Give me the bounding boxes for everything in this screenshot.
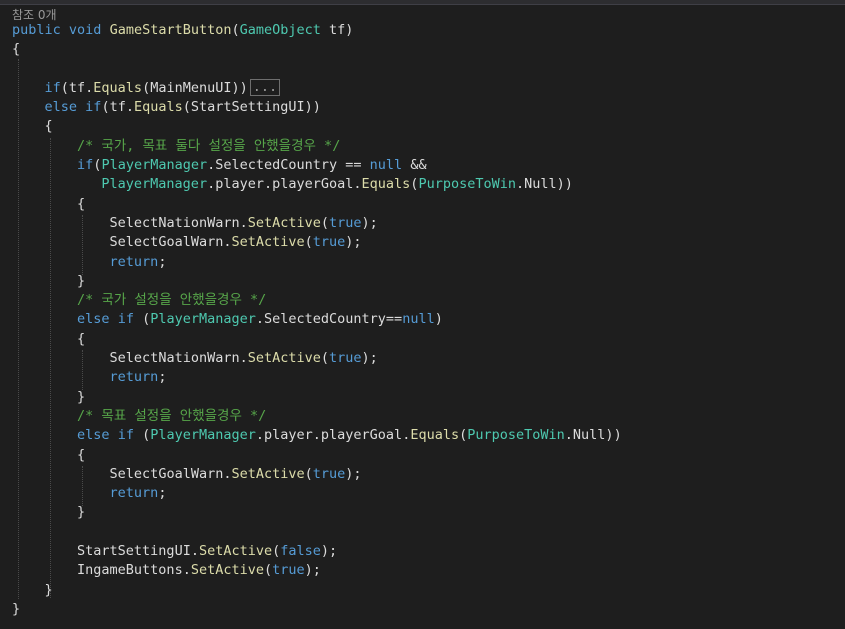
code-comment: /* 목표 설정을 안했을경우 */ (77, 407, 267, 424)
method-call: Equals (133, 99, 183, 116)
keyword: else (44, 99, 78, 116)
code-line: return; (109, 253, 167, 270)
code-line: /* 국가, 목표 둘다 설정을 안했을경우 */ (12, 137, 845, 156)
code-comment: /* 국가 설정을 안했을경우 */ (77, 292, 267, 309)
code-line: IngameButtons.SetActive(true); (77, 562, 321, 579)
code-line: else if (PlayerManager.player.playerGoal… (77, 427, 622, 444)
keyword: if (44, 79, 61, 96)
code-line: SelectNationWarn.SetActive(true); (109, 350, 378, 367)
code-comment: /* 국가, 목표 둘다 설정을 안했을경우 */ (77, 137, 341, 154)
type-name: PurposeToWin (467, 427, 565, 444)
code-line: else if(tf.Equals(StartSettingUI)) (44, 99, 321, 116)
keyword: return (109, 369, 159, 386)
keyword: else (77, 427, 110, 444)
code-line: { (77, 330, 86, 347)
collapsed-region-button[interactable]: ... (249, 78, 281, 96)
keyword: else (77, 311, 110, 328)
type-name: PlayerManager (101, 176, 208, 193)
keyword: true (312, 465, 346, 482)
code-line: public void GameStartButton(GameObject t… (12, 22, 354, 38)
code-line: SelectNationWarn.SetActive(true); (109, 214, 378, 231)
code-line: } (12, 600, 21, 617)
type-name: PurposeToWin (418, 176, 516, 193)
keyword: return (109, 485, 159, 502)
code-line: return; (109, 485, 167, 502)
type-name: PlayerManager (150, 427, 256, 444)
code-line: PlayerManager.player.playerGoal.Equals(P… (101, 176, 573, 193)
keyword: if (117, 311, 134, 328)
method-name: GameStartButton (109, 22, 232, 38)
editor-top-border (0, 0, 845, 5)
code-line: /* 목표 설정을 안했을경우 */ (12, 407, 845, 426)
keyword: null (369, 157, 403, 174)
code-line: { (44, 118, 53, 135)
code-line: } (77, 504, 86, 521)
keyword: null (402, 311, 435, 328)
keyword: return (109, 253, 159, 270)
code-line: if(PlayerManager.SelectedCountry == null… (77, 157, 427, 174)
method-call: SetActive (231, 465, 305, 482)
keyword: if (77, 157, 94, 174)
keyword: true (329, 350, 362, 367)
keyword: public (12, 22, 61, 38)
code-line: if(tf.Equals(MainMenuUI))... (12, 78, 845, 98)
code-line: { (77, 446, 86, 463)
code-editor[interactable]: public void GameStartButton(GameObject t… (12, 21, 845, 619)
keyword: if (85, 99, 102, 116)
keyword: true (329, 214, 362, 231)
method-call: Equals (93, 79, 143, 96)
method-call: SetActive (231, 234, 305, 251)
code-line: SelectGoalWarn.SetActive(true); (109, 234, 362, 251)
type-name: PlayerManager (101, 157, 208, 174)
code-line: SelectGoalWarn.SetActive(true); (109, 465, 362, 482)
method-call: SetActive (247, 350, 321, 367)
method-call: Equals (361, 176, 411, 193)
code-line: { (12, 41, 21, 58)
type-name: GameObject (239, 22, 321, 38)
code-line: /* 국가 설정을 안했을경우 */ (12, 291, 845, 310)
code-line: { (77, 195, 86, 212)
code-line: } (44, 581, 53, 598)
code-line: StartSettingUI.SetActive(false); (77, 543, 338, 560)
code-line: } (77, 388, 86, 405)
method-call: Equals (410, 427, 460, 444)
keyword: void (68, 22, 102, 38)
code-line: else if (PlayerManager.SelectedCountry==… (77, 311, 443, 328)
keyword: true (272, 562, 305, 579)
code-line: } (77, 272, 86, 289)
method-call: SetActive (247, 214, 321, 231)
method-call: SetActive (198, 543, 273, 560)
keyword: true (312, 234, 346, 251)
code-line: return; (109, 369, 167, 386)
type-name: PlayerManager (150, 311, 256, 328)
keyword: false (280, 543, 321, 560)
keyword: if (117, 427, 134, 444)
method-call: SetActive (190, 562, 264, 579)
